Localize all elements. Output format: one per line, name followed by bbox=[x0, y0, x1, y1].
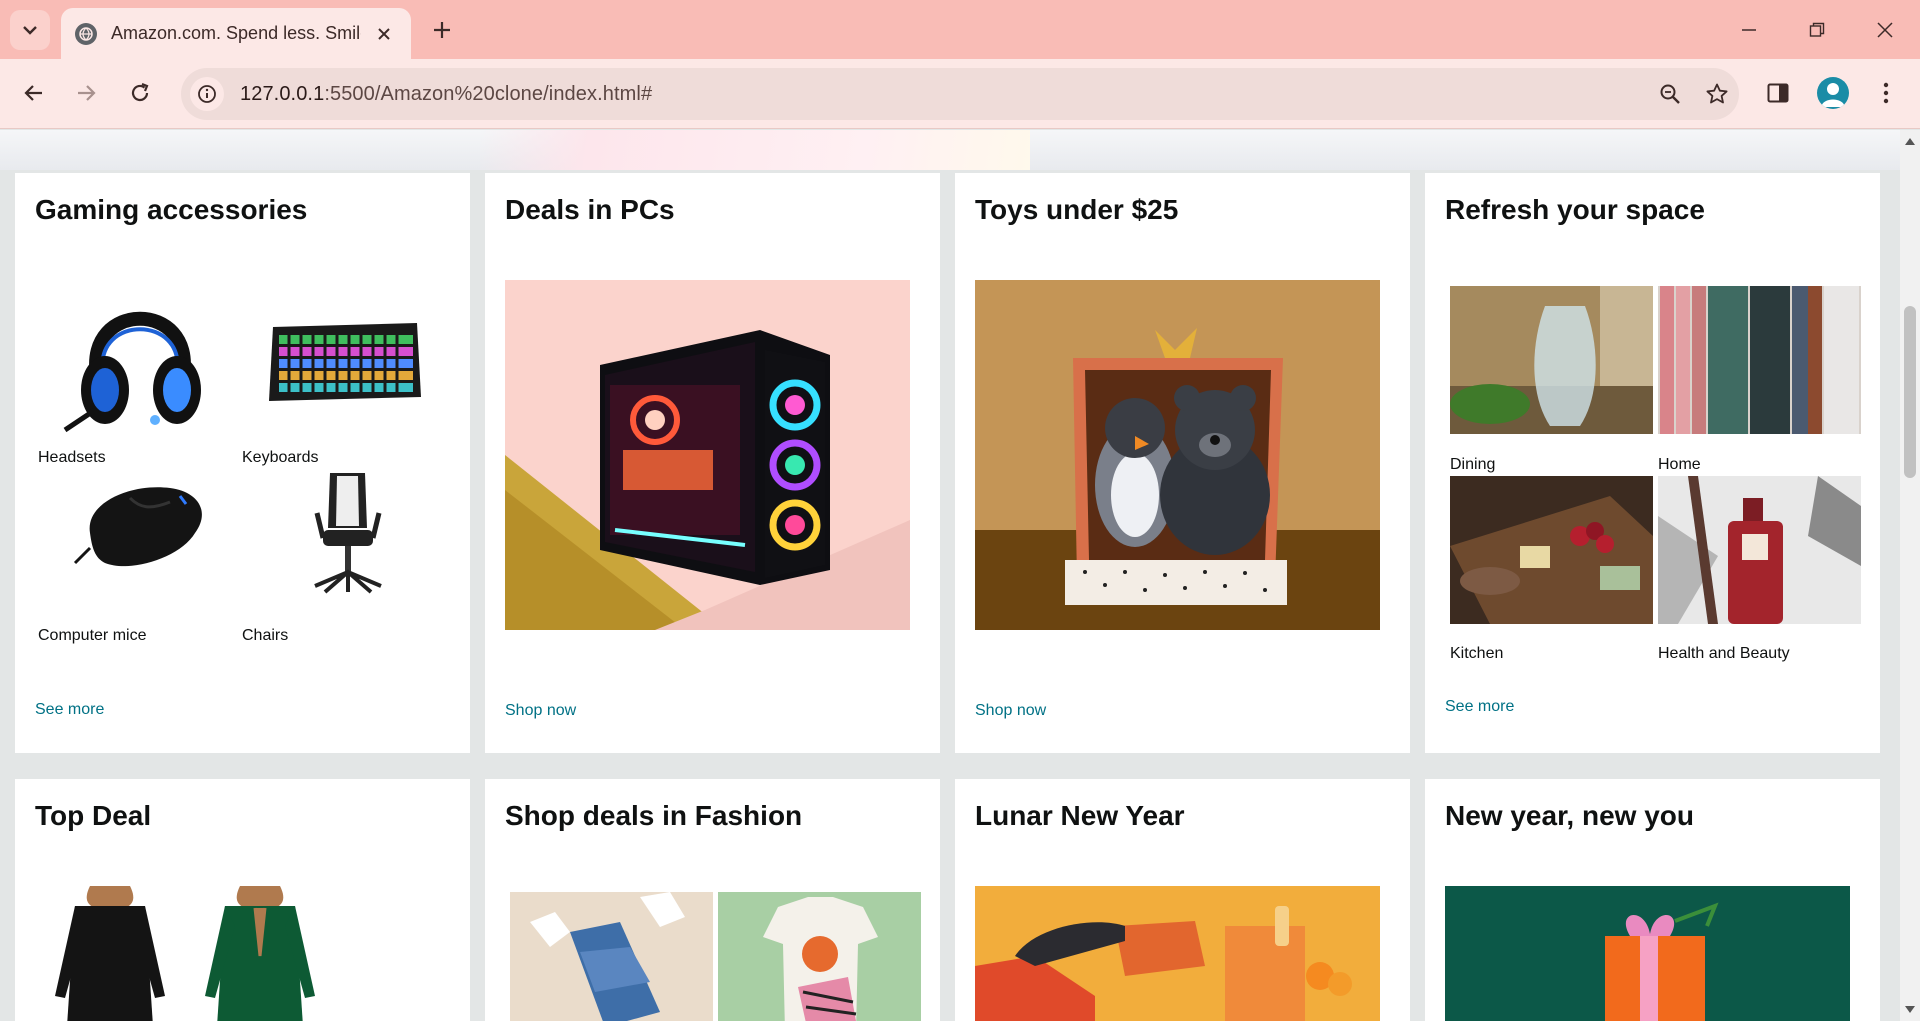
browser-menu-button[interactable] bbox=[1866, 73, 1906, 113]
url-host: 127.0.0.1 bbox=[240, 82, 325, 105]
gaming-pc-image[interactable] bbox=[505, 280, 910, 630]
kitchen-image[interactable] bbox=[1450, 476, 1653, 624]
tile-label-health-and-beauty[interactable]: Health and Beauty bbox=[1658, 645, 1790, 663]
restore-button[interactable] bbox=[1782, 0, 1852, 59]
health-beauty-image[interactable] bbox=[1658, 476, 1861, 624]
plush-toys-image[interactable] bbox=[975, 280, 1380, 630]
minimize-button[interactable] bbox=[1714, 0, 1784, 59]
url-text[interactable]: 127.0.0.1:5500/Amazon%20clone/index.html… bbox=[240, 83, 652, 106]
tab-search-button[interactable] bbox=[10, 10, 50, 50]
shop-now-link[interactable]: Shop now bbox=[505, 702, 576, 720]
browser-tab[interactable]: Amazon.com. Spend less. Smile more. bbox=[61, 8, 411, 59]
plus-icon bbox=[434, 22, 450, 38]
tshirt-image[interactable] bbox=[718, 892, 921, 1021]
card-title: Refresh your space bbox=[1445, 194, 1705, 225]
avatar bbox=[1817, 77, 1849, 109]
jeans-image[interactable] bbox=[510, 892, 713, 1021]
card-shop-deals-in-fashion: Shop deals in Fashion bbox=[485, 779, 940, 1021]
side-panel-button[interactable] bbox=[1758, 73, 1798, 113]
scroll-down-arrow-icon[interactable] bbox=[1903, 1003, 1917, 1017]
lunar-new-year-image[interactable] bbox=[975, 886, 1380, 1021]
see-more-link[interactable]: See more bbox=[35, 701, 104, 719]
hero-banner-bottom bbox=[0, 130, 1900, 170]
kebab-menu-icon bbox=[1883, 82, 1889, 104]
tab-strip: Amazon.com. Spend less. Smile more. bbox=[0, 0, 1920, 59]
headset-image[interactable] bbox=[55, 280, 225, 435]
card-title: Lunar New Year bbox=[975, 800, 1185, 831]
keyboard-image[interactable] bbox=[265, 313, 425, 413]
new-year-gift-image[interactable] bbox=[1445, 886, 1850, 1021]
card-lunar-new-year: Lunar New Year bbox=[955, 779, 1410, 1021]
profile-button[interactable] bbox=[1813, 73, 1853, 113]
tile-label-chairs[interactable]: Chairs bbox=[242, 627, 288, 645]
zoom-icon[interactable] bbox=[1653, 77, 1687, 111]
card-refresh-your-space: Refresh your space Dining Home Kitchen H… bbox=[1425, 173, 1880, 753]
tile-label-keyboards[interactable]: Keyboards bbox=[242, 449, 319, 467]
scrollbar-thumb[interactable] bbox=[1904, 306, 1916, 478]
shop-now-link[interactable]: Shop now bbox=[975, 702, 1046, 720]
browser-toolbar: 127.0.0.1:5500/Amazon%20clone/index.html… bbox=[0, 59, 1920, 129]
scroll-up-arrow-icon[interactable] bbox=[1903, 134, 1917, 148]
restore-icon bbox=[1809, 22, 1825, 37]
card-title: New year, new you bbox=[1445, 800, 1694, 831]
gaming-chair-image[interactable] bbox=[295, 468, 405, 598]
page-viewport: Gaming accessories Headsets Keyboards Co… bbox=[0, 130, 1900, 1021]
card-toys-under-25: Toys under $25 Shop now bbox=[955, 173, 1410, 753]
tile-label-dining[interactable]: Dining bbox=[1450, 456, 1495, 474]
globe-icon bbox=[75, 22, 97, 45]
site-info-icon[interactable] bbox=[190, 77, 224, 111]
minimize-icon bbox=[1742, 28, 1756, 31]
tile-label-kitchen[interactable]: Kitchen bbox=[1450, 645, 1503, 663]
close-icon[interactable] bbox=[371, 21, 397, 47]
close-icon bbox=[1877, 21, 1893, 38]
card-gaming-accessories: Gaming accessories Headsets Keyboards Co… bbox=[15, 173, 470, 753]
bookmark-star-icon[interactable] bbox=[1700, 77, 1734, 111]
see-more-link[interactable]: See more bbox=[1445, 698, 1514, 716]
reload-icon bbox=[131, 82, 149, 102]
back-button[interactable] bbox=[14, 73, 54, 113]
forward-button[interactable] bbox=[66, 73, 106, 113]
tile-label-computer-mice[interactable]: Computer mice bbox=[38, 627, 146, 645]
arrow-left-icon bbox=[24, 85, 42, 101]
card-title: Toys under $25 bbox=[975, 194, 1179, 225]
dining-image[interactable] bbox=[1450, 286, 1653, 434]
side-panel-icon bbox=[1767, 83, 1789, 103]
green-bodysuit-image[interactable] bbox=[185, 886, 335, 1021]
tile-label-headsets[interactable]: Headsets bbox=[38, 449, 106, 467]
new-tab-button[interactable] bbox=[424, 12, 460, 48]
tile-label-home[interactable]: Home bbox=[1658, 456, 1701, 474]
arrow-right-icon bbox=[78, 85, 96, 101]
card-title: Top Deal bbox=[35, 800, 152, 831]
card-title: Shop deals in Fashion bbox=[505, 800, 803, 831]
tab-title: Amazon.com. Spend less. Smile more. bbox=[111, 23, 361, 43]
page-scrollbar[interactable] bbox=[1900, 130, 1920, 1021]
close-window-button[interactable] bbox=[1850, 0, 1920, 59]
card-new-year-new-you: New year, new you bbox=[1425, 779, 1880, 1021]
computer-mouse-image[interactable] bbox=[70, 478, 220, 583]
reload-button[interactable] bbox=[120, 73, 160, 113]
card-top-deal: Top Deal bbox=[15, 779, 470, 1021]
address-bar[interactable]: 127.0.0.1:5500/Amazon%20clone/index.html… bbox=[181, 68, 1739, 120]
card-deals-in-pcs: Deals in PCs Shop now bbox=[485, 173, 940, 753]
black-bodysuit-image[interactable] bbox=[35, 886, 185, 1021]
chevron-down-icon bbox=[23, 26, 37, 35]
card-title: Deals in PCs bbox=[505, 194, 675, 225]
url-path: :5500/Amazon%20clone/index.html# bbox=[324, 82, 653, 105]
home-image[interactable] bbox=[1658, 286, 1861, 434]
card-title: Gaming accessories bbox=[35, 194, 308, 225]
